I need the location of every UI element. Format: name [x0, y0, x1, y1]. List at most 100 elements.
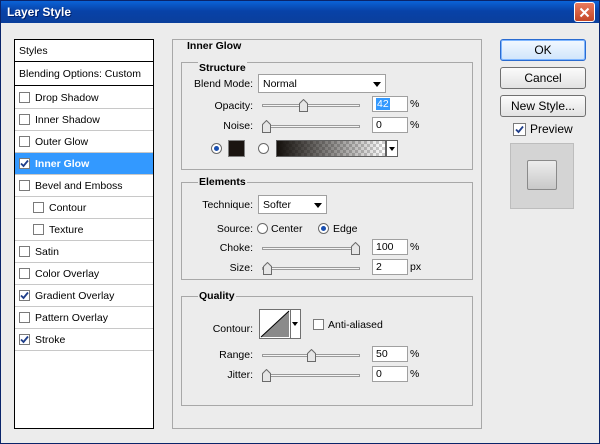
range-slider[interactable] — [262, 349, 360, 362]
quality-title: Quality — [198, 290, 236, 302]
style-item-inner-glow[interactable]: Inner Glow — [15, 153, 153, 175]
gradient-overlay-checkbox[interactable] — [19, 290, 30, 301]
slider-thumb-icon[interactable] — [262, 120, 271, 133]
source-center-radio[interactable] — [257, 223, 268, 234]
panel-title: Inner Glow — [187, 40, 242, 52]
stroke-checkbox[interactable] — [19, 334, 30, 345]
choke-value: 100 — [376, 241, 394, 253]
blending-options-item[interactable]: Blending Options: Custom — [15, 63, 153, 86]
anti-aliased-checkbox[interactable] — [313, 319, 324, 330]
preview-checkbox[interactable] — [513, 123, 526, 136]
style-item-label: Inner Glow — [35, 157, 90, 170]
style-item-label: Inner Shadow — [35, 113, 100, 126]
contour-preview[interactable] — [259, 309, 291, 339]
slider-thumb-icon[interactable] — [262, 369, 271, 382]
source-label: Source: — [216, 223, 253, 235]
chevron-down-icon — [373, 82, 381, 87]
size-label: Size: — [229, 262, 253, 274]
noise-slider[interactable] — [262, 120, 360, 133]
close-icon — [579, 7, 590, 17]
inner-shadow-checkbox[interactable] — [19, 114, 30, 125]
size-slider[interactable] — [262, 262, 360, 275]
chevron-down-icon — [314, 203, 322, 208]
opacity-value: 42 — [376, 98, 390, 110]
color-fill-radio[interactable] — [211, 143, 222, 154]
chevron-down-icon — [292, 322, 298, 326]
noise-unit: % — [410, 119, 420, 131]
style-item-pattern-overlay[interactable]: Pattern Overlay — [15, 307, 153, 329]
style-item-color-overlay[interactable]: Color Overlay — [15, 263, 153, 285]
style-item-label: Outer Glow — [35, 135, 89, 148]
ok-button[interactable]: OK — [500, 39, 586, 61]
style-item-outer-glow[interactable]: Outer Glow — [15, 131, 153, 153]
new-style-button[interactable]: New Style... — [500, 95, 586, 117]
style-item-texture[interactable]: Texture — [15, 219, 153, 241]
source-center-label: Center — [271, 223, 303, 235]
glow-gradient-preview[interactable] — [276, 140, 386, 157]
opacity-slider[interactable] — [262, 99, 360, 112]
choke-label: Choke: — [219, 242, 253, 254]
technique-select[interactable]: Softer — [258, 195, 327, 214]
range-value: 50 — [376, 348, 388, 360]
style-item-label: Contour — [49, 201, 87, 214]
technique-label: Technique: — [202, 199, 253, 211]
slider-thumb-icon[interactable] — [351, 242, 360, 255]
blend-mode-label: Blend Mode: — [194, 78, 253, 90]
cancel-button[interactable]: Cancel — [500, 67, 586, 89]
contour-checkbox[interactable] — [33, 202, 44, 213]
close-button[interactable] — [574, 2, 595, 22]
slider-thumb-icon[interactable] — [262, 262, 272, 275]
checkmark-icon — [20, 291, 29, 300]
structure-group: Structure Blend Mode: Normal Opacity: 42… — [181, 62, 473, 170]
preview-label: Preview — [530, 122, 573, 136]
layer-style-dialog: Layer Style Styles Blending Options: Cus… — [0, 0, 600, 444]
noise-input[interactable]: 0 — [372, 117, 408, 133]
style-item-satin[interactable]: Satin — [15, 241, 153, 263]
style-item-bevel-and-emboss[interactable]: Bevel and Emboss — [15, 175, 153, 197]
contour-curve-icon — [260, 310, 290, 338]
gradient-fill-radio[interactable] — [258, 143, 269, 154]
style-item-stroke[interactable]: Stroke — [15, 329, 153, 351]
color-overlay-checkbox[interactable] — [19, 268, 30, 279]
bevel-and-emboss-checkbox[interactable] — [19, 180, 30, 191]
jitter-input[interactable]: 0 — [372, 366, 408, 382]
opacity-input[interactable]: 42 — [372, 96, 408, 112]
opacity-label: Opacity: — [214, 100, 253, 112]
choke-slider[interactable] — [262, 242, 360, 255]
slider-thumb-icon[interactable] — [299, 99, 309, 112]
styles-header[interactable]: Styles — [15, 40, 153, 62]
gradient-picker-button[interactable] — [386, 140, 398, 157]
style-item-drop-shadow[interactable]: Drop Shadow — [15, 87, 153, 109]
style-item-inner-shadow[interactable]: Inner Shadow — [15, 109, 153, 131]
checkmark-icon — [20, 159, 29, 168]
satin-checkbox[interactable] — [19, 246, 30, 257]
glow-color-swatch[interactable] — [228, 140, 245, 157]
choke-input[interactable]: 100 — [372, 239, 408, 255]
blend-mode-value: Normal — [263, 77, 297, 90]
style-item-gradient-overlay[interactable]: Gradient Overlay — [15, 285, 153, 307]
structure-title: Structure — [198, 62, 247, 74]
inner-glow-checkbox[interactable] — [19, 158, 30, 169]
style-item-contour[interactable]: Contour — [15, 197, 153, 219]
style-preview — [510, 143, 574, 209]
title-bar[interactable]: Layer Style — [1, 1, 599, 23]
blend-mode-select[interactable]: Normal — [258, 74, 386, 93]
noise-value: 0 — [376, 119, 382, 131]
texture-checkbox[interactable] — [33, 224, 44, 235]
size-input[interactable]: 2 — [372, 259, 408, 275]
pattern-overlay-checkbox[interactable] — [19, 312, 30, 323]
source-edge-label: Edge — [333, 223, 358, 235]
range-input[interactable]: 50 — [372, 346, 408, 362]
source-edge-radio[interactable] — [318, 223, 329, 234]
jitter-unit: % — [410, 368, 420, 380]
outer-glow-checkbox[interactable] — [19, 136, 30, 147]
jitter-slider[interactable] — [262, 369, 360, 382]
contour-label: Contour: — [212, 323, 253, 335]
drop-shadow-checkbox[interactable] — [19, 92, 30, 103]
style-item-label: Texture — [49, 223, 84, 236]
range-label: Range: — [219, 349, 253, 361]
anti-aliased-label: Anti-aliased — [328, 319, 383, 331]
contour-picker-button[interactable] — [291, 309, 301, 339]
style-item-label: Drop Shadow — [35, 91, 99, 104]
slider-thumb-icon[interactable] — [306, 349, 316, 362]
